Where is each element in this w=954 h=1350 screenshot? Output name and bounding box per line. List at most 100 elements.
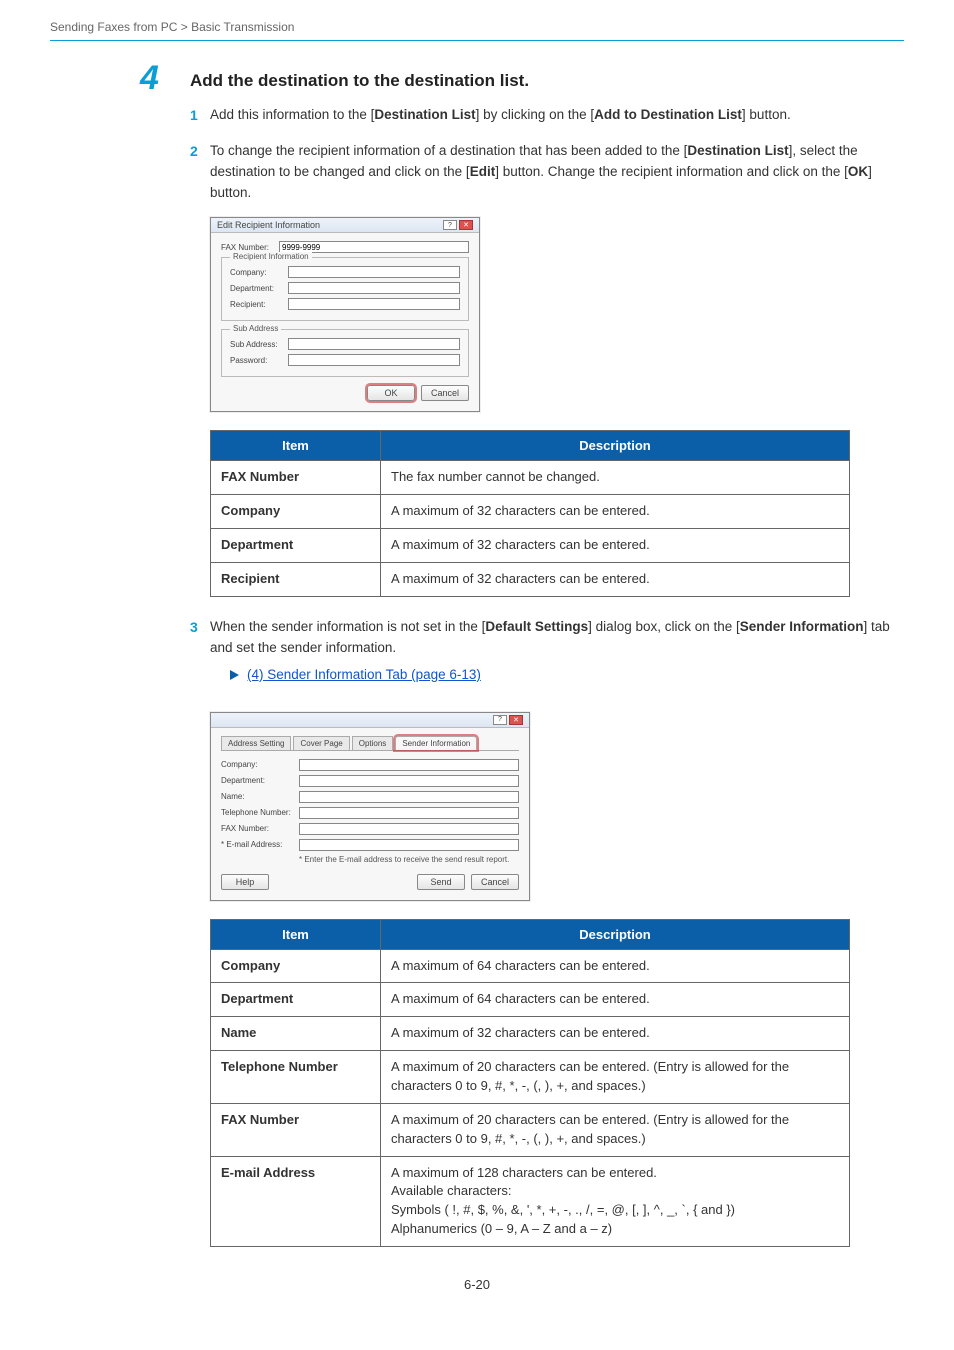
tab-sender-information[interactable]: Sender Information — [395, 736, 477, 750]
password-input[interactable] — [288, 354, 460, 366]
cell-item: E-mail Address — [211, 1156, 381, 1246]
subaddress-label: Sub Address: — [230, 340, 288, 349]
substep-3: 3 When the sender information is not set… — [190, 617, 904, 698]
substep-1: 1 Add this information to the [Destinati… — [190, 105, 904, 127]
fax-input[interactable] — [299, 823, 519, 835]
edit-recipient-dialog: Edit Recipient Information ? ✕ FAX Numbe… — [210, 217, 480, 412]
cell-desc: A maximum of 20 characters can be entere… — [381, 1051, 850, 1104]
company-label: Company: — [221, 760, 299, 769]
cell-desc: A maximum of 32 characters can be entere… — [381, 1017, 850, 1051]
help-button[interactable]: Help — [221, 874, 269, 890]
text: ] button. — [742, 107, 791, 122]
cell-desc: A maximum of 32 characters can be entere… — [381, 495, 850, 529]
department-input[interactable] — [299, 775, 519, 787]
substep-body: Add this information to the [Destination… — [210, 105, 904, 127]
table-row: DepartmentA maximum of 64 characters can… — [211, 983, 850, 1017]
table-row: CompanyA maximum of 32 characters can be… — [211, 495, 850, 529]
col-item: Item — [211, 431, 381, 461]
sender-information-dialog: ? ✕ Address Setting Cover Page Options S… — [210, 712, 530, 901]
cancel-button[interactable]: Cancel — [471, 874, 519, 890]
close-icon[interactable]: ✕ — [459, 220, 473, 230]
subaddress-input[interactable] — [288, 338, 460, 350]
department-label: Department: — [230, 284, 288, 293]
cell-item: Department — [211, 529, 381, 563]
email-label: * E-mail Address: — [221, 840, 299, 849]
cell-desc: A maximum of 128 characters can be enter… — [381, 1156, 850, 1246]
cell-desc: A maximum of 32 characters can be entere… — [381, 529, 850, 563]
table-row: RecipientA maximum of 32 characters can … — [211, 562, 850, 596]
cell-item: FAX Number — [211, 461, 381, 495]
name-label: Name: — [221, 792, 299, 801]
company-label: Company: — [230, 268, 288, 277]
group-legend: Sub Address — [230, 324, 281, 333]
table-row: Telephone NumberA maximum of 20 characte… — [211, 1051, 850, 1104]
text: ] button. Change the recipient informati… — [495, 164, 848, 179]
substep-2: 2 To change the recipient information of… — [190, 141, 904, 204]
bold-text: OK — [848, 164, 868, 179]
dialog-titlebar: Edit Recipient Information ? ✕ — [211, 218, 479, 233]
cell-item: Name — [211, 1017, 381, 1051]
substep-num: 1 — [190, 105, 210, 127]
company-input[interactable] — [288, 266, 460, 278]
department-label: Department: — [221, 776, 299, 785]
cell-item: FAX Number — [211, 1103, 381, 1156]
bold-text: Default Settings — [485, 619, 588, 634]
email-input[interactable] — [299, 839, 519, 851]
xref-link[interactable]: (4) Sender Information Tab (page 6-13) — [247, 665, 481, 686]
department-input[interactable] — [288, 282, 460, 294]
col-description: Description — [381, 431, 850, 461]
bold-text: Edit — [470, 164, 496, 179]
telephone-input[interactable] — [299, 807, 519, 819]
bold-text: Destination List — [374, 107, 475, 122]
substep-body: When the sender information is not set i… — [210, 617, 904, 698]
dialog-titlebar: ? ✕ — [211, 713, 529, 728]
help-icon[interactable]: ? — [443, 220, 457, 230]
bold-text: Add to Destination List — [594, 107, 742, 122]
text: To change the recipient information of a… — [210, 143, 687, 158]
breadcrumb: Sending Faxes from PC > Basic Transmissi… — [50, 20, 904, 40]
tab-strip: Address Setting Cover Page Options Sende… — [221, 736, 519, 751]
ok-button[interactable]: OK — [367, 385, 415, 401]
cell-item: Telephone Number — [211, 1051, 381, 1104]
page-number: 6-20 — [50, 1277, 904, 1292]
step-number: 4 — [140, 59, 159, 98]
substep-body: To change the recipient information of a… — [210, 141, 904, 204]
table-row: FAX NumberThe fax number cannot be chang… — [211, 461, 850, 495]
fax-label: FAX Number: — [221, 824, 299, 833]
arrow-right-icon — [230, 670, 239, 680]
company-input[interactable] — [299, 759, 519, 771]
close-icon[interactable]: ✕ — [509, 715, 523, 725]
dialog-title-text: Edit Recipient Information — [217, 220, 320, 230]
cell-item: Company — [211, 495, 381, 529]
tab-cover-page[interactable]: Cover Page — [293, 736, 349, 750]
recipient-label: Recipient: — [230, 300, 288, 309]
name-input[interactable] — [299, 791, 519, 803]
tab-options[interactable]: Options — [352, 736, 394, 750]
send-button[interactable]: Send — [417, 874, 465, 890]
cell-desc: The fax number cannot be changed. — [381, 461, 850, 495]
recipient-input[interactable] — [288, 298, 460, 310]
email-note: * Enter the E-mail address to receive th… — [299, 855, 519, 864]
cancel-button[interactable]: Cancel — [421, 385, 469, 401]
substep-num: 3 — [190, 617, 210, 698]
step-title: Add the destination to the destination l… — [190, 71, 904, 91]
tab-address-setting[interactable]: Address Setting — [221, 736, 291, 750]
text: When the sender information is not set i… — [210, 619, 485, 634]
table-row: CompanyA maximum of 64 characters can be… — [211, 949, 850, 983]
substep-num: 2 — [190, 141, 210, 204]
telephone-label: Telephone Number: — [221, 808, 299, 817]
table-row: NameA maximum of 32 characters can be en… — [211, 1017, 850, 1051]
cell-desc: A maximum of 32 characters can be entere… — [381, 562, 850, 596]
cell-item: Recipient — [211, 562, 381, 596]
fax-number-label: FAX Number: — [221, 243, 279, 252]
help-icon[interactable]: ? — [493, 715, 507, 725]
table-row: FAX NumberA maximum of 20 characters can… — [211, 1103, 850, 1156]
cell-item: Department — [211, 983, 381, 1017]
cell-desc: A maximum of 64 characters can be entere… — [381, 949, 850, 983]
text: Add this information to the [ — [210, 107, 374, 122]
col-description: Description — [381, 919, 850, 949]
text: ] by clicking on the [ — [476, 107, 595, 122]
cell-item: Company — [211, 949, 381, 983]
recipient-fields-table: Item Description FAX NumberThe fax numbe… — [210, 430, 850, 596]
text: ] dialog box, click on the [ — [588, 619, 740, 634]
